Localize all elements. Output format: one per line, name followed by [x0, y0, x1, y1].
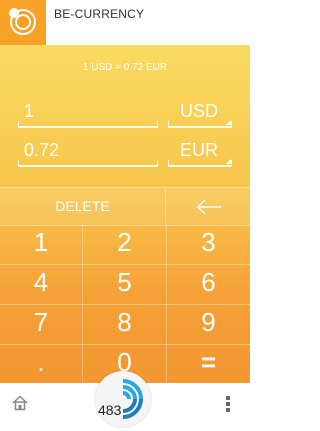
to-currency-value: EUR: [179, 140, 218, 160]
key-decimal[interactable]: .: [0, 347, 82, 383]
home-icon[interactable]: [12, 395, 28, 411]
arrow-left-icon: [196, 199, 221, 215]
to-amount-value: 0.72: [24, 140, 60, 160]
from-amount-value: 1: [24, 101, 35, 121]
rates-widget-button[interactable]: [95, 371, 151, 427]
converter-panel: 1 USD = 0.72 EUR 1 USD 0.72 EUR DELETE 1…: [0, 45, 250, 383]
dropdown-icon: [226, 159, 231, 164]
key-equals[interactable]: =: [167, 347, 250, 383]
key-9[interactable]: 9: [167, 307, 250, 345]
app-header: BE-CURRENCY: [0, 0, 250, 45]
key-4[interactable]: 4: [0, 267, 82, 305]
to-amount-field[interactable]: 0.72: [18, 137, 158, 167]
dropdown-icon: [226, 120, 231, 125]
key-8[interactable]: 8: [83, 307, 166, 345]
widget-count: 483: [98, 402, 122, 418]
key-5[interactable]: 5: [83, 267, 166, 305]
keypad: DELETE 1 2 3 4 5 6 7 8 9 . 0 =: [0, 187, 250, 383]
backspace-button[interactable]: [166, 188, 250, 225]
from-currency-value: USD: [179, 101, 218, 121]
more-vertical-icon[interactable]: [225, 395, 231, 413]
exchange-rate: 1 USD = 0.72 EUR: [82, 62, 168, 73]
to-currency-select[interactable]: EUR: [168, 137, 232, 167]
key-1[interactable]: 1: [0, 227, 82, 265]
key-3[interactable]: 3: [167, 227, 250, 265]
key-2[interactable]: 2: [83, 227, 166, 265]
from-amount-field[interactable]: 1: [18, 98, 158, 128]
signal-wave-icon: [122, 379, 143, 419]
keypad-top-row: DELETE: [0, 187, 250, 226]
delete-button[interactable]: DELETE: [0, 188, 166, 225]
key-6[interactable]: 6: [167, 267, 250, 305]
currency-coins-icon: [9, 8, 36, 35]
app-logo[interactable]: [0, 0, 46, 45]
from-currency-select[interactable]: USD: [168, 98, 232, 128]
key-7[interactable]: 7: [0, 307, 82, 345]
app-title: BE-CURRENCY: [54, 7, 145, 21]
number-grid: 1 2 3 4 5 6 7 8 9 . 0 =: [0, 225, 250, 383]
